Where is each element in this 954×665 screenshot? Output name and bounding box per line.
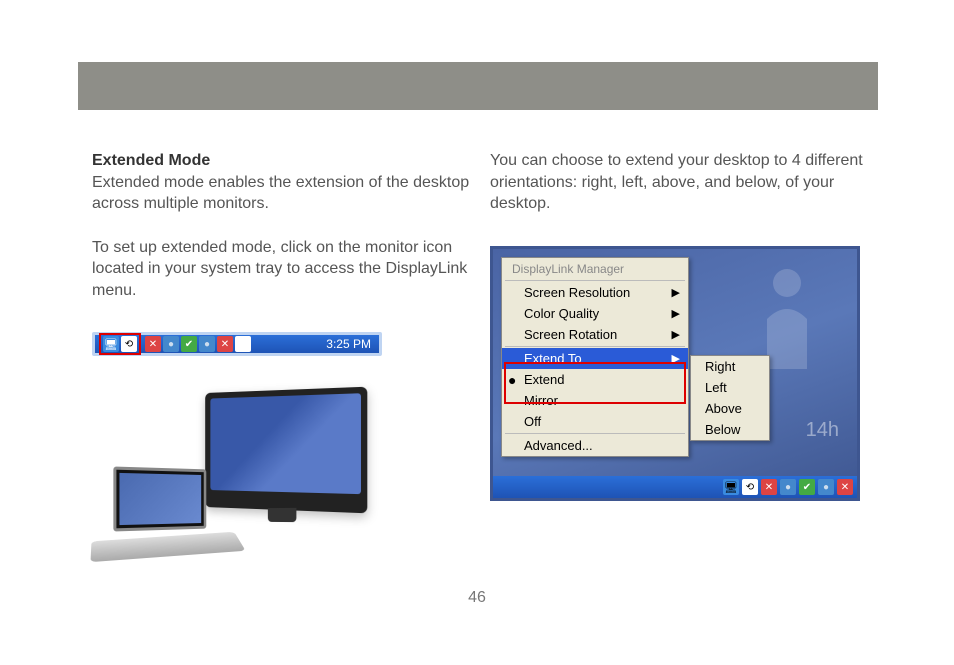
menu-item-label: Extend To: [524, 351, 582, 366]
tray-highlight-box: [99, 333, 141, 355]
menu-item-advanced[interactable]: Advanced...: [502, 435, 688, 456]
system-tray-figure: 3:25 PM: [92, 332, 382, 356]
menu-item-label: Extend: [524, 372, 564, 387]
tray-icon: [163, 336, 179, 352]
menu-item-color-quality[interactable]: Color Quality ▶: [502, 303, 688, 324]
menu-item-label: Off: [524, 414, 541, 429]
menu-item-label: Left: [705, 380, 727, 395]
laptop-screen: [113, 466, 206, 531]
submenu-arrow-icon: ▶: [672, 328, 680, 341]
submenu-item-below[interactable]: Below: [691, 419, 769, 440]
laptop-base: [91, 532, 246, 562]
tray-icon: [799, 479, 815, 495]
menu-item-label: Mirror: [524, 393, 558, 408]
monitor-icon: [103, 336, 119, 352]
menu-item-off[interactable]: Off: [502, 411, 688, 432]
menu-item-label: Color Quality: [524, 306, 599, 321]
tray-icon: [217, 336, 233, 352]
tray-icon: [235, 336, 251, 352]
menu-item-label: Below: [705, 422, 740, 437]
menu-separator: [505, 346, 685, 347]
displaylink-icon: [742, 479, 758, 495]
displaylink-menu-figure: 14h DisplayLink Manager Screen Resolutio…: [490, 246, 860, 501]
menu-title: DisplayLink Manager: [502, 258, 688, 279]
menu-item-label: Screen Resolution: [524, 285, 630, 300]
right-column: You can choose to extend your desktop to…: [490, 150, 870, 215]
menu-item-label: Above: [705, 401, 742, 416]
submenu-item-left[interactable]: Left: [691, 377, 769, 398]
tray-icon: [761, 479, 777, 495]
tray-icon: [780, 479, 796, 495]
tray-icons-group: [145, 336, 251, 352]
menu-item-label: Advanced...: [524, 438, 593, 453]
left-column: Extended Mode Extended mode enables the …: [92, 150, 472, 302]
laptop: [92, 468, 242, 558]
menu-item-extend-to[interactable]: Extend To ▶: [502, 348, 688, 369]
figure-taskbar: [493, 476, 857, 498]
submenu-item-above[interactable]: Above: [691, 398, 769, 419]
tray-icon: [818, 479, 834, 495]
tray-icon: [181, 336, 197, 352]
header-bar: [78, 62, 878, 110]
left-para2: To set up extended mode, click on the mo…: [92, 239, 467, 299]
tray-icon: [199, 336, 215, 352]
page-number: 46: [0, 589, 954, 607]
menu-item-screen-resolution[interactable]: Screen Resolution ▶: [502, 282, 688, 303]
submenu-arrow-icon: ▶: [672, 307, 680, 320]
section-heading: Extended Mode: [92, 152, 210, 169]
right-para1: You can choose to extend your desktop to…: [490, 152, 863, 212]
tray-icon: [837, 479, 853, 495]
bullet-icon: ●: [508, 372, 516, 388]
menu-item-mirror[interactable]: Mirror: [502, 390, 688, 411]
monitor-stand: [268, 508, 297, 522]
monitor-icon: [723, 479, 739, 495]
menu-item-label: Screen Rotation: [524, 327, 617, 342]
tray-clock: 3:25 PM: [326, 337, 375, 351]
tray-icon: [145, 336, 161, 352]
left-para1: Extended mode enables the extension of t…: [92, 174, 469, 213]
menu-item-screen-rotation[interactable]: Screen Rotation ▶: [502, 324, 688, 345]
displaylink-icon: [121, 336, 137, 352]
displaylink-context-menu[interactable]: DisplayLink Manager Screen Resolution ▶ …: [501, 257, 689, 457]
submenu-arrow-icon: ▶: [672, 286, 680, 299]
menu-item-label: Right: [705, 359, 735, 374]
submenu-item-right[interactable]: Right: [691, 356, 769, 377]
menu-item-extend[interactable]: ● Extend: [502, 369, 688, 390]
extend-to-submenu[interactable]: Right Left Above Below: [690, 355, 770, 441]
submenu-arrow-icon: ▶: [672, 352, 680, 365]
wallpaper-clock-text: 14h: [806, 419, 839, 442]
menu-separator: [505, 280, 685, 281]
menu-separator: [505, 433, 685, 434]
extended-mode-photo: [92, 390, 372, 565]
